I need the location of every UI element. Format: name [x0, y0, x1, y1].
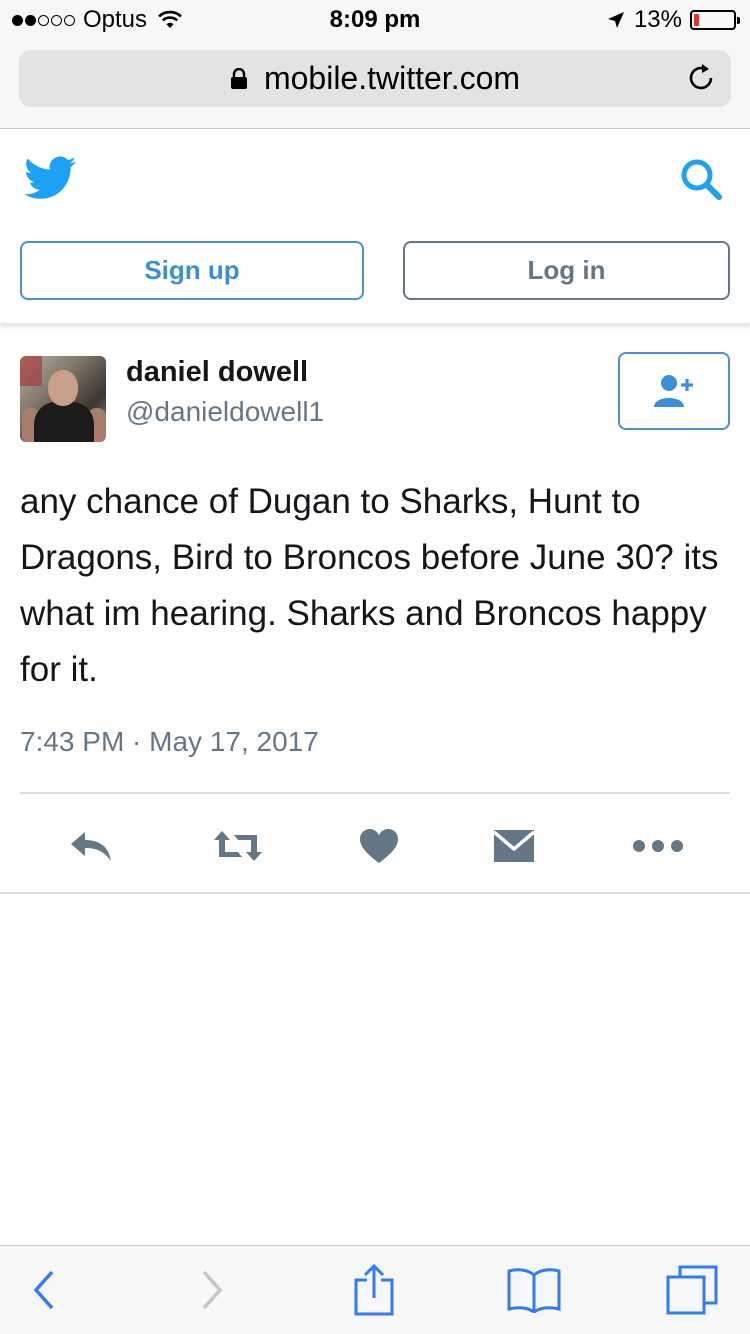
- forward-icon[interactable]: [182, 1264, 242, 1316]
- add-user-icon: [654, 375, 693, 407]
- address-bar[interactable]: mobile.twitter.com: [19, 50, 731, 107]
- browser-url-area: mobile.twitter.com: [0, 42, 750, 129]
- battery-icon: [690, 10, 740, 30]
- reply-icon[interactable]: [67, 824, 115, 868]
- twitter-bird-icon[interactable]: [24, 156, 76, 200]
- status-bar: Optus 8:09 pm 13%: [0, 0, 750, 42]
- sign-up-button[interactable]: Sign up: [20, 241, 364, 300]
- avatar[interactable]: [20, 356, 106, 442]
- lock-icon: [230, 67, 248, 90]
- author-display-name[interactable]: daniel dowell: [126, 356, 308, 389]
- back-icon[interactable]: [14, 1264, 74, 1316]
- url-text: mobile.twitter.com: [263, 60, 521, 96]
- share-icon[interactable]: [344, 1264, 404, 1316]
- tabs-icon[interactable]: [662, 1264, 722, 1316]
- retweet-icon[interactable]: [212, 824, 264, 868]
- status-right: 13%: [606, 6, 740, 34]
- tweet: daniel dowell @danieldowell1 any chance …: [0, 324, 750, 894]
- follow-button[interactable]: [618, 352, 730, 430]
- log-in-button[interactable]: Log in: [403, 241, 730, 300]
- tweet-actions: [0, 794, 750, 894]
- tweet-text: any chance of Dugan to Sharks, Hunt to D…: [20, 482, 719, 689]
- reload-icon[interactable]: [685, 62, 717, 94]
- browser-toolbar: [0, 1245, 750, 1334]
- bookmarks-icon[interactable]: [504, 1264, 564, 1316]
- twitter-header: Sign up Log in: [0, 130, 750, 324]
- like-icon[interactable]: [355, 824, 403, 868]
- author-handle[interactable]: @danieldowell1: [126, 396, 324, 428]
- search-icon[interactable]: [678, 156, 724, 202]
- battery-percent: 13%: [633, 6, 682, 33]
- more-icon[interactable]: [632, 824, 684, 868]
- direct-message-icon[interactable]: [490, 824, 538, 868]
- tweet-timestamp[interactable]: 7:43 PM · May 17, 2017: [20, 726, 319, 758]
- location-arrow-icon: [607, 12, 624, 28]
